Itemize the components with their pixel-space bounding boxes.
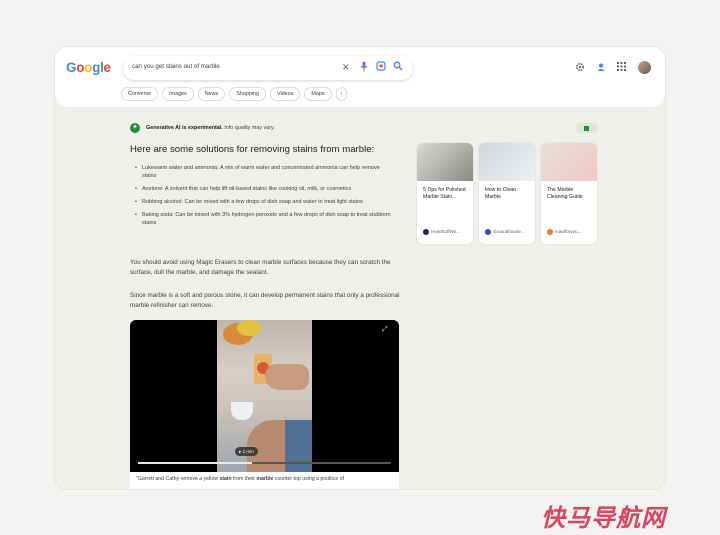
sleeve bbox=[285, 420, 312, 472]
search-filter-chips: Converse Images News Shopping Videos Map… bbox=[121, 87, 348, 101]
ai-paragraph-magic-erasers: You should avoid using Magic Erasers to … bbox=[130, 259, 391, 277]
card-source: maidforyou... bbox=[555, 229, 582, 234]
search-header: Google can you get stains out of marble … bbox=[55, 47, 665, 107]
ai-paragraph-porous-stone: Since marble is a soft and porous stone,… bbox=[130, 292, 400, 310]
caption-bold: marble bbox=[256, 476, 274, 482]
chip-shopping[interactable]: Shopping bbox=[229, 87, 267, 101]
card-title: The Marble Cleaning Guide bbox=[547, 187, 583, 201]
logo-letter-o2: o bbox=[84, 60, 93, 75]
watermark: 快马导航网 bbox=[541, 504, 666, 532]
card-title: 5 Tips for Polished Marble Stain... bbox=[423, 187, 466, 201]
chip-more-arrow-icon[interactable]: › bbox=[335, 87, 348, 101]
source-card-1[interactable]: 5 Tips for Polished Marble Stain... HowS… bbox=[417, 143, 473, 244]
list-item: Baking soda: Can be mixed with 3% hydrog… bbox=[135, 211, 395, 227]
search-input[interactable]: can you get stains out of marble bbox=[132, 63, 220, 70]
video-frame-image bbox=[217, 320, 312, 472]
search-box[interactable]: can you get stains out of marble ✕ bbox=[123, 56, 413, 80]
chip-images[interactable]: Images bbox=[162, 87, 194, 101]
mic-icon[interactable] bbox=[360, 61, 368, 75]
card-title: How to Clean Marble bbox=[485, 187, 517, 201]
list-item: Lukewarm water and ammonia: A mix of war… bbox=[135, 164, 395, 180]
browser-frame: Google can you get stains out of marble … bbox=[55, 47, 665, 489]
labs-icon[interactable] bbox=[596, 62, 606, 75]
hand-upper bbox=[265, 364, 309, 390]
caption-text: from their bbox=[231, 476, 257, 482]
video-duration-badge: ▸ 1 min bbox=[235, 447, 258, 456]
chip-maps[interactable]: Maps bbox=[304, 87, 332, 101]
ai-solution-list: Lukewarm water and ammonia: A mix of war… bbox=[135, 164, 395, 232]
source-card-3[interactable]: The Marble Cleaning Guide maidforyou... bbox=[541, 143, 597, 244]
list-item: Rubbing alcohol: Can be mixed with a few… bbox=[135, 198, 395, 206]
card-favicon-icon bbox=[423, 229, 429, 235]
card-thumbnail bbox=[541, 143, 597, 181]
google-logo[interactable]: Google bbox=[66, 60, 111, 75]
card-thumbnail bbox=[417, 143, 473, 181]
close-icon[interactable]: ✕ bbox=[342, 61, 350, 73]
logo-letter-e: e bbox=[103, 60, 112, 75]
video-player[interactable]: ⤢ ▸ 1 min bbox=[130, 320, 399, 472]
generative-ai-icon: ✦ bbox=[130, 123, 140, 133]
list-item: Acetone: A solvent that can help lift oi… bbox=[135, 185, 395, 193]
chip-news[interactable]: News bbox=[197, 87, 226, 101]
source-card-2[interactable]: How to Clean Marble Groundhouse... bbox=[479, 143, 535, 244]
caption-text: "Garrett and Cathy remove a yellow bbox=[136, 476, 220, 482]
ai-layout-toggle-button[interactable] bbox=[577, 123, 597, 133]
avatar[interactable] bbox=[638, 61, 651, 74]
card-favicon-icon bbox=[485, 229, 491, 235]
ai-answer-heading: Here are some solutions for removing sta… bbox=[130, 144, 375, 155]
logo-letter-g2: g bbox=[92, 60, 101, 75]
ai-notice-rest: Info quality may vary. bbox=[222, 125, 275, 131]
search-icon[interactable] bbox=[393, 61, 403, 74]
settings-icon[interactable] bbox=[575, 62, 585, 75]
video-progress-fill bbox=[138, 462, 252, 464]
ai-experimental-notice: Generative AI is experimental. Info qual… bbox=[146, 125, 275, 131]
caption-text: counter top using a poultice of bbox=[273, 476, 345, 482]
cup bbox=[231, 402, 253, 420]
apps-icon[interactable] bbox=[617, 62, 626, 74]
card-favicon-icon bbox=[547, 229, 553, 235]
caption-bold: stain bbox=[219, 476, 232, 482]
lens-icon[interactable] bbox=[376, 61, 386, 74]
chip-converse[interactable]: Converse bbox=[121, 87, 159, 101]
card-source: Groundhouse... bbox=[493, 229, 525, 234]
video-caption: "Garrett and Cathy remove a yellow stain… bbox=[130, 472, 399, 489]
ai-notice-bold: Generative AI is experimental. bbox=[146, 125, 223, 131]
logo-letter-g: G bbox=[66, 60, 77, 75]
logo-letter-o1: o bbox=[76, 60, 85, 75]
fruit-lemon bbox=[237, 320, 261, 336]
card-thumbnail bbox=[479, 143, 535, 181]
chip-videos[interactable]: Videos bbox=[270, 87, 301, 101]
card-source: HowStuffWo... bbox=[431, 229, 461, 234]
expand-icon[interactable]: ⤢ bbox=[382, 326, 388, 334]
